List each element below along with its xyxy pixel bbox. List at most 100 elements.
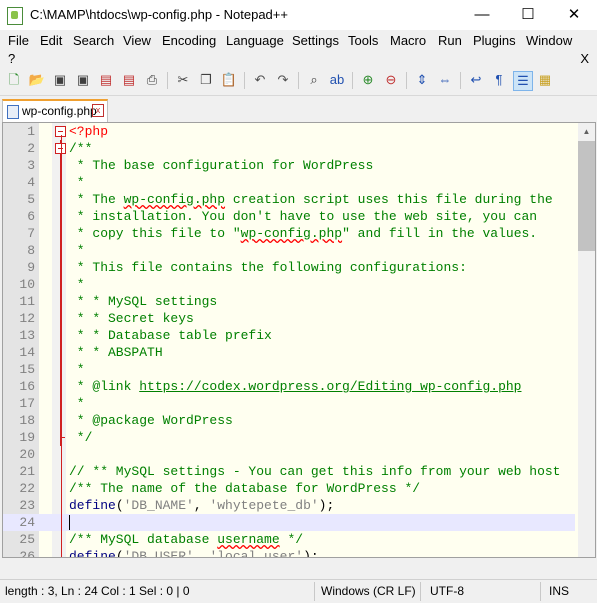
replace-icon[interactable]: ab [328, 71, 346, 89]
code-line[interactable]: 9 * This file contains the following con… [3, 259, 575, 276]
menu-settings[interactable]: Settings [292, 33, 339, 48]
code-text: */ [69, 430, 93, 445]
tab-wp-config[interactable]: wp-config.php x [2, 99, 108, 123]
tab-close-icon[interactable]: x [92, 104, 104, 117]
code-text: * * Database table prefix [69, 328, 272, 343]
save-all-icon[interactable]: ▣ [74, 71, 92, 89]
close-icon[interactable]: ▤ [97, 71, 115, 89]
print-icon[interactable]: ⎙ [143, 71, 161, 89]
status-eol[interactable]: Windows (CR LF) [321, 584, 416, 598]
code-line[interactable]: 24 [3, 514, 575, 531]
show-all-chars-icon[interactable]: ¶ [490, 71, 508, 89]
copy-icon[interactable]: ❐ [197, 71, 215, 89]
scroll-up-arrow[interactable]: ▲ [578, 123, 595, 140]
code-line[interactable]: 22 /** The name of the database for WordP… [3, 480, 575, 497]
code-line[interactable]: 10 * [3, 276, 575, 293]
code-line[interactable]: 20 [3, 446, 575, 463]
menu-macro[interactable]: Macro [390, 33, 426, 48]
menu-encoding[interactable]: Encoding [162, 33, 216, 48]
code-line[interactable]: 25 /** MySQL database username */ [3, 531, 575, 548]
vertical-scrollbar[interactable]: ▲ [578, 123, 595, 557]
save-icon[interactable]: ▣ [51, 71, 69, 89]
redo-icon[interactable]: ↷ [274, 71, 292, 89]
line-number: 25 [19, 532, 35, 547]
line-number: 13 [19, 328, 35, 343]
status-insert-mode[interactable]: INS [549, 584, 569, 598]
toolbar-separator [167, 72, 168, 89]
menu-window[interactable]: Window [526, 33, 572, 48]
line-number: 14 [19, 345, 35, 360]
code-text: /** [69, 141, 93, 156]
line-number: 12 [19, 311, 35, 326]
document-map-icon[interactable]: ▦ [536, 71, 554, 89]
menu-plugins[interactable]: Plugins [473, 33, 516, 48]
code-text: * The wp-config.php creation script uses… [69, 192, 553, 207]
status-separator [420, 582, 421, 601]
code-line[interactable]: 21 // ** MySQL settings - You can get thi… [3, 463, 575, 480]
code-line[interactable]: 14 * * ABSPATH [3, 344, 575, 361]
code-line[interactable]: 26 define('DB_USER', 'local_user'); [3, 548, 575, 557]
code-text: * [69, 175, 85, 190]
code-line[interactable]: 4 * [3, 174, 575, 191]
menu-run[interactable]: Run [438, 33, 462, 48]
cut-icon[interactable]: ✂ [174, 71, 192, 89]
code-line[interactable]: 13 * * Database table prefix [3, 327, 575, 344]
paste-icon[interactable]: 📋 [220, 71, 238, 89]
sync-horizontal-icon[interactable]: ⇔ [436, 71, 454, 89]
close-window-button[interactable]: ✕ [551, 0, 597, 30]
line-number: 22 [19, 481, 35, 496]
code-line[interactable]: 7 * copy this file to "wp-config.php" an… [3, 225, 575, 242]
menu-search[interactable]: Search [73, 33, 114, 48]
code-line[interactable]: 12 * * Secret keys [3, 310, 575, 327]
code-line[interactable]: 8 * [3, 242, 575, 259]
code-text: /** The name of the database for WordPre… [69, 481, 421, 496]
status-position: Ln : 24 Col : 1 Sel : 0 | 0 [61, 584, 190, 598]
code-line[interactable]: 17 * [3, 395, 575, 412]
close-all-icon[interactable]: ▤ [120, 71, 138, 89]
undo-icon[interactable]: ↶ [251, 71, 269, 89]
minimize-button[interactable]: — [459, 0, 505, 30]
code-line[interactable]: 6 * installation. You don't have to use … [3, 208, 575, 225]
code-line[interactable]: 23 define('DB_NAME', 'whytepete_db'); [3, 497, 575, 514]
line-number: 6 [27, 209, 35, 224]
code-text: * @package WordPress [69, 413, 233, 428]
line-number: 20 [19, 447, 35, 462]
code-line[interactable]: 19 */ [3, 429, 575, 446]
close-document-button[interactable]: X [580, 51, 589, 66]
menu-file[interactable]: File [8, 33, 29, 48]
sync-vertical-icon[interactable]: ⇕ [413, 71, 431, 89]
menu-bar: File Edit Search View Encoding Language … [0, 30, 597, 67]
word-wrap-icon[interactable]: ↩ [467, 71, 485, 89]
menu-language[interactable]: Language [226, 33, 284, 48]
code-line[interactable]: 1 <?php [3, 123, 575, 140]
menu-edit[interactable]: Edit [40, 33, 62, 48]
zoom-out-icon[interactable]: ⊖ [382, 71, 400, 89]
code-line[interactable]: 18 * @package WordPress [3, 412, 575, 429]
find-icon[interactable]: ⌕ [305, 71, 323, 89]
editor-pane[interactable]: 1 <?php 2/** 3 * The base configuration for… [2, 122, 596, 558]
status-encoding[interactable]: UTF-8 [430, 584, 464, 598]
menu-help[interactable]: ? [8, 51, 15, 66]
code-text: * [69, 243, 85, 258]
line-number: 3 [27, 158, 35, 173]
code-line[interactable]: 16 * @link https://codex.wordpress.org/E… [3, 378, 575, 395]
menu-view[interactable]: View [123, 33, 151, 48]
code-line[interactable]: 2 /** [3, 140, 575, 157]
open-file-icon[interactable]: 📂 [28, 71, 46, 89]
code-line[interactable]: 11 * * MySQL settings [3, 293, 575, 310]
maximize-button[interactable]: ☐ [505, 0, 551, 30]
status-separator [314, 582, 315, 601]
menu-tools[interactable]: Tools [348, 33, 378, 48]
code-line[interactable]: 3 * The base configuration for WordPress [3, 157, 575, 174]
toolbar-separator [406, 72, 407, 89]
text-caret [69, 515, 70, 530]
scrollbar-thumb[interactable] [578, 141, 595, 251]
line-number: 10 [19, 277, 35, 292]
code-line[interactable]: 15 * [3, 361, 575, 378]
new-file-icon[interactable]: 🗋 [5, 71, 23, 89]
indent-guide-icon[interactable]: ☰ [513, 71, 533, 91]
code-text: * * ABSPATH [69, 345, 163, 360]
zoom-in-icon[interactable]: ⊕ [359, 71, 377, 89]
code-line[interactable]: 5 * The wp-config.php creation script us… [3, 191, 575, 208]
code-text: * @link https://codex.wordpress.org/Edit… [69, 379, 522, 394]
